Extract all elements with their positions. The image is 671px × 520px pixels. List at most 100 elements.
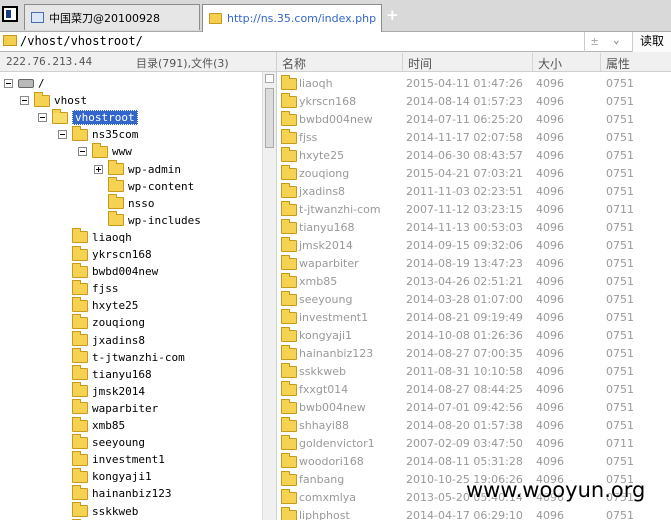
file-name: bwbd004new xyxy=(299,113,373,126)
folder-icon xyxy=(281,471,297,486)
file-time: 2007-02-09 03:47:50 xyxy=(406,437,523,450)
collapse-toggle-icon[interactable] xyxy=(58,130,67,140)
tree-item[interactable]: sskkweb xyxy=(72,502,138,520)
file-row[interactable]: t-jtwanzhi-com 2007-11-12 03:23:15 4096 071… xyxy=(277,200,671,218)
tree-item[interactable]: wp-admin xyxy=(94,160,181,178)
file-attr: 0751 xyxy=(606,257,634,270)
file-row[interactable]: waparbiter 2014-08-19 13:47:23 4096 0751 xyxy=(277,254,671,272)
scroll-up-button[interactable] xyxy=(265,74,274,83)
file-size: 4096 xyxy=(536,95,564,108)
folder-icon xyxy=(281,75,297,90)
tree-item[interactable]: seeyoung xyxy=(72,433,145,451)
tree-item[interactable]: tianyu168 xyxy=(72,365,152,383)
file-name: hxyte25 xyxy=(299,149,345,162)
expand-toggle-icon[interactable] xyxy=(94,164,103,174)
folder-icon xyxy=(72,433,88,449)
tree-item[interactable]: jxadins8 xyxy=(72,331,145,349)
file-row[interactable]: sskkweb 2011-08-31 10:10:58 4096 0751 xyxy=(277,362,671,380)
folder-icon xyxy=(72,467,88,483)
file-row[interactable]: xmb85 2013-04-26 02:51:21 4096 0751 xyxy=(277,272,671,290)
tree-item[interactable]: waparbiter xyxy=(72,399,158,417)
tree-item[interactable]: hainanbiz123 xyxy=(72,484,171,502)
folder-icon xyxy=(72,313,88,329)
file-row[interactable]: shhayi88 2014-08-20 01:57:38 4096 0751 xyxy=(277,416,671,434)
tree-item[interactable]: vhost xyxy=(20,91,87,109)
tree-item[interactable]: bwbd004new xyxy=(72,262,158,280)
file-name: fxxgt014 xyxy=(299,383,349,396)
tree-item[interactable]: fjss xyxy=(72,279,119,297)
file-size: 4096 xyxy=(536,347,564,360)
collapse-toggle-icon[interactable] xyxy=(20,96,29,106)
file-row[interactable]: hxyte25 2014-06-30 08:43:57 4096 0751 xyxy=(277,146,671,164)
column-header-size[interactable]: 大小 xyxy=(538,55,562,72)
file-row[interactable]: ykrscn168 2014-08-14 01:57:23 4096 0751 xyxy=(277,92,671,110)
file-row[interactable]: bwb004new 2014-07-01 09:42:56 4096 0751 xyxy=(277,398,671,416)
file-name: sskkweb xyxy=(299,365,346,378)
file-row[interactable]: kongyaji1 2014-10-08 01:26:36 4096 0751 xyxy=(277,326,671,344)
tree-item[interactable]: hxyte25 xyxy=(72,296,138,314)
file-size: 4096 xyxy=(536,293,564,306)
path-input[interactable]: /vhost/vhostroot/ xyxy=(20,34,143,48)
folder-icon xyxy=(281,147,297,162)
tree-item-label: vhostroot xyxy=(72,110,138,126)
tree-item[interactable]: ns35com xyxy=(58,125,138,143)
folder-icon xyxy=(281,111,297,126)
tree-item[interactable]: t-jtwanzhi-com xyxy=(72,348,185,366)
tree-item[interactable]: zouqiong xyxy=(72,313,145,331)
tree-item[interactable]: nsso xyxy=(108,194,155,212)
tree-item[interactable]: investment1 xyxy=(72,450,165,468)
file-row[interactable]: hainanbiz123 2014-08-27 07:00:35 4096 0751 xyxy=(277,344,671,362)
file-row[interactable]: liaoqh 2015-04-11 01:47:26 4096 0751 xyxy=(277,74,671,92)
file-row[interactable]: jmsk2014 2014-09-15 09:32:06 4096 0751 xyxy=(277,236,671,254)
tree-item[interactable]: kongyaji1 xyxy=(72,467,152,485)
folder-icon xyxy=(72,245,88,261)
file-row[interactable]: tianyu168 2014-11-13 00:53:03 4096 0751 xyxy=(277,218,671,236)
tree-item[interactable]: wp-content xyxy=(108,177,194,195)
file-row[interactable]: liphphost 2014-04-17 06:29:10 4096 0751 xyxy=(277,506,671,520)
tree-scrollbar[interactable] xyxy=(262,72,276,520)
file-row[interactable]: fjss 2014-11-17 02:07:58 4096 0751 xyxy=(277,128,671,146)
file-time: 2014-06-30 08:43:57 xyxy=(406,149,523,162)
tab-url[interactable]: http://ns.35.com/index.php xyxy=(202,4,382,32)
file-row[interactable]: seeyoung 2014-03-28 01:07:00 4096 0751 xyxy=(277,290,671,308)
file-attr: 0751 xyxy=(606,167,634,180)
file-size: 4096 xyxy=(536,509,564,520)
column-header-attr[interactable]: 属性 xyxy=(606,55,630,72)
tree-item-label: t-jtwanzhi-com xyxy=(92,350,185,364)
tree-item[interactable]: jmsk2014 xyxy=(72,382,145,400)
file-name: jmsk2014 xyxy=(299,239,353,252)
column-header-name[interactable]: 名称 xyxy=(282,55,306,72)
folder-icon xyxy=(281,435,297,450)
tree-item[interactable]: xmb85 xyxy=(72,416,125,434)
file-size: 4096 xyxy=(536,455,564,468)
tree-item[interactable]: wp-includes xyxy=(108,211,201,229)
tree-item[interactable]: liaoqh xyxy=(72,228,132,246)
chevron-down-icon[interactable]: ⌄ xyxy=(613,33,620,46)
collapse-toggle-icon[interactable] xyxy=(4,79,13,88)
file-attr: 0751 xyxy=(606,113,634,126)
tree-item[interactable]: vhostroot xyxy=(38,108,138,126)
collapse-toggle-icon[interactable] xyxy=(38,113,47,123)
file-row[interactable]: goldenvictor1 2007-02-09 03:47:50 4096 0711 xyxy=(277,434,671,452)
file-row[interactable]: bwbd004new 2014-07-11 06:25:20 4096 0751 xyxy=(277,110,671,128)
file-size: 4096 xyxy=(536,437,564,450)
path-bar: /vhost/vhostroot/ ± ⌄ 读取 xyxy=(0,32,671,52)
tree-item[interactable]: www xyxy=(78,142,132,160)
file-row[interactable]: woodori168 2014-08-11 05:31:28 4096 0751 xyxy=(277,452,671,470)
file-row[interactable]: investment1 2014-08-21 09:19:49 4096 0751 xyxy=(277,308,671,326)
new-tab-button[interactable]: + xyxy=(386,8,399,23)
file-name: waparbiter xyxy=(299,257,359,270)
collapse-toggle-icon[interactable] xyxy=(78,147,87,157)
tree-item[interactable]: ykrscn168 xyxy=(72,245,152,263)
read-button[interactable]: 读取 xyxy=(632,32,671,52)
tree-item[interactable]: / xyxy=(4,75,45,92)
tab-caidao[interactable]: 中国菜刀@20100928 xyxy=(24,4,200,30)
plus-minus-icon[interactable]: ± xyxy=(591,34,598,48)
file-row[interactable]: fxxgt014 2014-08-27 08:44:25 4096 0751 xyxy=(277,380,671,398)
file-row[interactable]: jxadins8 2011-11-03 02:23:51 4096 0751 xyxy=(277,182,671,200)
scroll-thumb[interactable] xyxy=(265,88,274,148)
dir-count: 目录(791),文件(3) xyxy=(136,57,229,70)
folder-icon xyxy=(281,507,297,520)
column-header-time[interactable]: 时间 xyxy=(408,55,432,72)
file-row[interactable]: zouqiong 2015-04-21 07:03:21 4096 0751 xyxy=(277,164,671,182)
